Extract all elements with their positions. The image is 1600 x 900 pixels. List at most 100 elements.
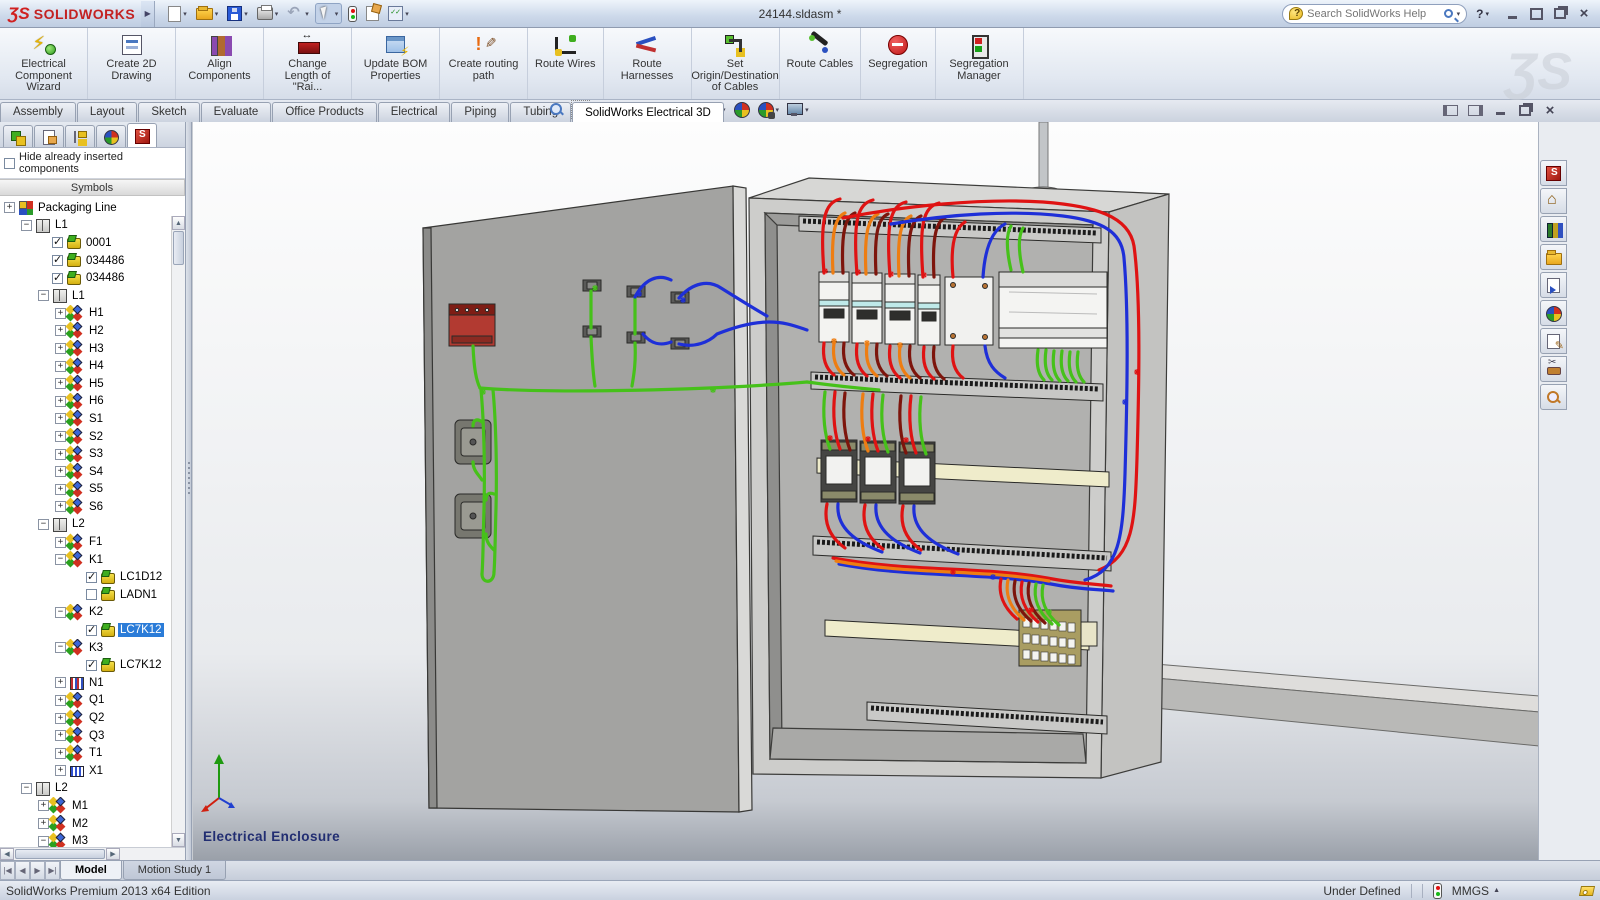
expand-toggle-icon[interactable]: + <box>55 765 66 776</box>
menu-expand-arrow[interactable]: ▶ <box>141 1 155 27</box>
expand-toggle-icon[interactable]: + <box>55 413 66 424</box>
command-tab-evaluate[interactable]: Evaluate <box>201 102 272 122</box>
previous-sheet-icon[interactable]: ◀ <box>15 861 30 880</box>
tree-horizontal-scrollbar[interactable]: ◀ ▶ <box>0 847 185 860</box>
tree-item[interactable]: − L1 <box>0 217 185 235</box>
first-sheet-icon[interactable]: |◀ <box>0 861 15 880</box>
options-button[interactable]: ▾ <box>385 4 412 23</box>
restore-document-button[interactable] <box>1517 103 1533 117</box>
new-document-button[interactable]: ▾ <box>165 4 190 24</box>
tile-left-button[interactable] <box>1442 103 1458 117</box>
tree-item[interactable]: + H1 <box>0 305 185 323</box>
tree-item[interactable]: − M3 <box>0 832 185 847</box>
hide-inserted-components-checkbox[interactable] <box>4 158 15 169</box>
panel-tab-appearances[interactable] <box>96 125 126 147</box>
expand-toggle-icon[interactable]: + <box>38 800 49 811</box>
expand-toggle-icon[interactable]: + <box>38 818 49 829</box>
tree-item[interactable]: + M1 <box>0 797 185 815</box>
help-button[interactable]: ? ▾ <box>1473 7 1492 21</box>
ribbon-length-button[interactable]: Change Length of "Rai... <box>264 28 352 99</box>
task-pane-tab-solidworks-resources[interactable] <box>1540 188 1567 214</box>
insert-checkbox[interactable] <box>52 255 63 266</box>
apply-scene-button[interactable]: ▾ <box>786 101 809 118</box>
expand-toggle-icon[interactable]: + <box>4 202 15 213</box>
task-pane-tab-view-palette[interactable] <box>1540 272 1567 298</box>
tree-item[interactable]: − K2 <box>0 604 185 622</box>
panel-tab-assembly-structure[interactable] <box>65 125 95 147</box>
expand-toggle-icon[interactable]: + <box>55 501 66 512</box>
insert-checkbox[interactable] <box>86 660 97 671</box>
tree-item[interactable]: + F1 <box>0 533 185 551</box>
ribbon-harness-button[interactable]: Route Harnesses <box>604 28 692 99</box>
expand-toggle-icon[interactable]: + <box>55 378 66 389</box>
scroll-left-icon[interactable]: ◀ <box>0 848 14 860</box>
expand-toggle-icon[interactable]: + <box>55 713 66 724</box>
ribbon-origin-button[interactable]: Set Origin/Destination of Cables <box>692 28 780 99</box>
ribbon-align-button[interactable]: Align Components <box>176 28 264 99</box>
command-tab-electrical[interactable]: Electrical <box>378 102 451 122</box>
expand-toggle-icon[interactable]: − <box>38 290 49 301</box>
expand-toggle-icon[interactable]: + <box>55 396 66 407</box>
command-tab-layout[interactable]: Layout <box>77 102 138 122</box>
tree-item[interactable]: − K3 <box>0 639 185 657</box>
print-button[interactable]: ▾ <box>254 5 282 22</box>
ribbon-routepath-button[interactable]: Create routing path <box>440 28 528 99</box>
restore-window-button[interactable] <box>1528 7 1544 21</box>
expand-toggle-icon[interactable]: + <box>55 325 66 336</box>
file-properties-button[interactable] <box>363 4 382 23</box>
cascade-windows-button[interactable] <box>1552 7 1568 21</box>
last-sheet-icon[interactable]: ▶| <box>45 861 60 880</box>
tag-icon[interactable] <box>1579 886 1595 896</box>
tree-item[interactable]: + M2 <box>0 815 185 833</box>
scroll-right-icon[interactable]: ▶ <box>106 848 120 860</box>
tree-item[interactable]: + H3 <box>0 340 185 358</box>
tree-vertical-scrollbar[interactable]: ▲ ▼ <box>171 216 185 847</box>
command-tab-solidworks-electrical-3d[interactable]: SolidWorks Electrical 3D <box>572 102 724 123</box>
command-tab-office-products[interactable]: Office Products <box>272 102 376 122</box>
edit-appearance-button[interactable]: ▾ <box>757 101 780 118</box>
tree-item[interactable]: + S3 <box>0 445 185 463</box>
unit-system-selector[interactable]: MMGS ▲ <box>1452 884 1500 898</box>
expand-toggle-icon[interactable]: + <box>55 343 66 354</box>
insert-checkbox[interactable] <box>86 625 97 636</box>
scroll-down-icon[interactable]: ▼ <box>172 833 185 847</box>
insert-checkbox[interactable] <box>52 273 63 284</box>
tree-item[interactable]: − L2 <box>0 780 185 798</box>
tree-item[interactable]: + X1 <box>0 762 185 780</box>
tree-item[interactable]: + Q1 <box>0 692 185 710</box>
close-document-button[interactable] <box>1542 103 1558 117</box>
command-tab-sketch[interactable]: Sketch <box>138 102 199 122</box>
search-icon[interactable] <box>1444 9 1453 18</box>
tree-item[interactable]: + S5 <box>0 481 185 499</box>
expand-toggle-icon[interactable]: + <box>55 677 66 688</box>
command-tab-piping[interactable]: Piping <box>451 102 509 122</box>
tree-item[interactable]: + H5 <box>0 375 185 393</box>
next-sheet-icon[interactable]: ▶ <box>30 861 45 880</box>
expand-toggle-icon[interactable]: + <box>55 537 66 548</box>
task-pane-tab-appearances-scenes[interactable] <box>1540 300 1567 326</box>
tree-item[interactable]: 034486 <box>0 252 185 270</box>
tree-item[interactable]: 034486 <box>0 269 185 287</box>
task-pane-tab-electrical-connector[interactable] <box>1540 356 1567 382</box>
expand-toggle-icon[interactable]: + <box>55 308 66 319</box>
tree-item[interactable]: LC7K12 <box>0 656 185 674</box>
tree-item[interactable]: + S4 <box>0 463 185 481</box>
tree-item[interactable]: + S1 <box>0 410 185 428</box>
task-pane-tab-design-library[interactable] <box>1540 216 1567 242</box>
expand-toggle-icon[interactable]: − <box>21 783 32 794</box>
panel-tab-insert-components[interactable] <box>3 125 33 147</box>
expand-toggle-icon[interactable]: − <box>55 554 66 565</box>
panel-tab-component-properties[interactable] <box>34 125 64 147</box>
hide-show-items-button[interactable] <box>733 101 750 118</box>
task-pane-tab-solidworks-electrical[interactable] <box>1540 160 1567 186</box>
task-pane-tab-custom-properties[interactable] <box>1540 328 1567 354</box>
insert-checkbox[interactable] <box>86 572 97 583</box>
expand-toggle-icon[interactable]: − <box>21 220 32 231</box>
tree-item[interactable]: + Q3 <box>0 727 185 745</box>
sheet-tab-motion-study-1[interactable]: Motion Study 1 <box>123 861 226 880</box>
expand-toggle-icon[interactable]: + <box>55 431 66 442</box>
expand-toggle-icon[interactable]: + <box>55 748 66 759</box>
minimize-document-button[interactable] <box>1492 103 1508 117</box>
tree-item[interactable]: LADN1 <box>0 586 185 604</box>
tree-item[interactable]: − K1 <box>0 551 185 569</box>
